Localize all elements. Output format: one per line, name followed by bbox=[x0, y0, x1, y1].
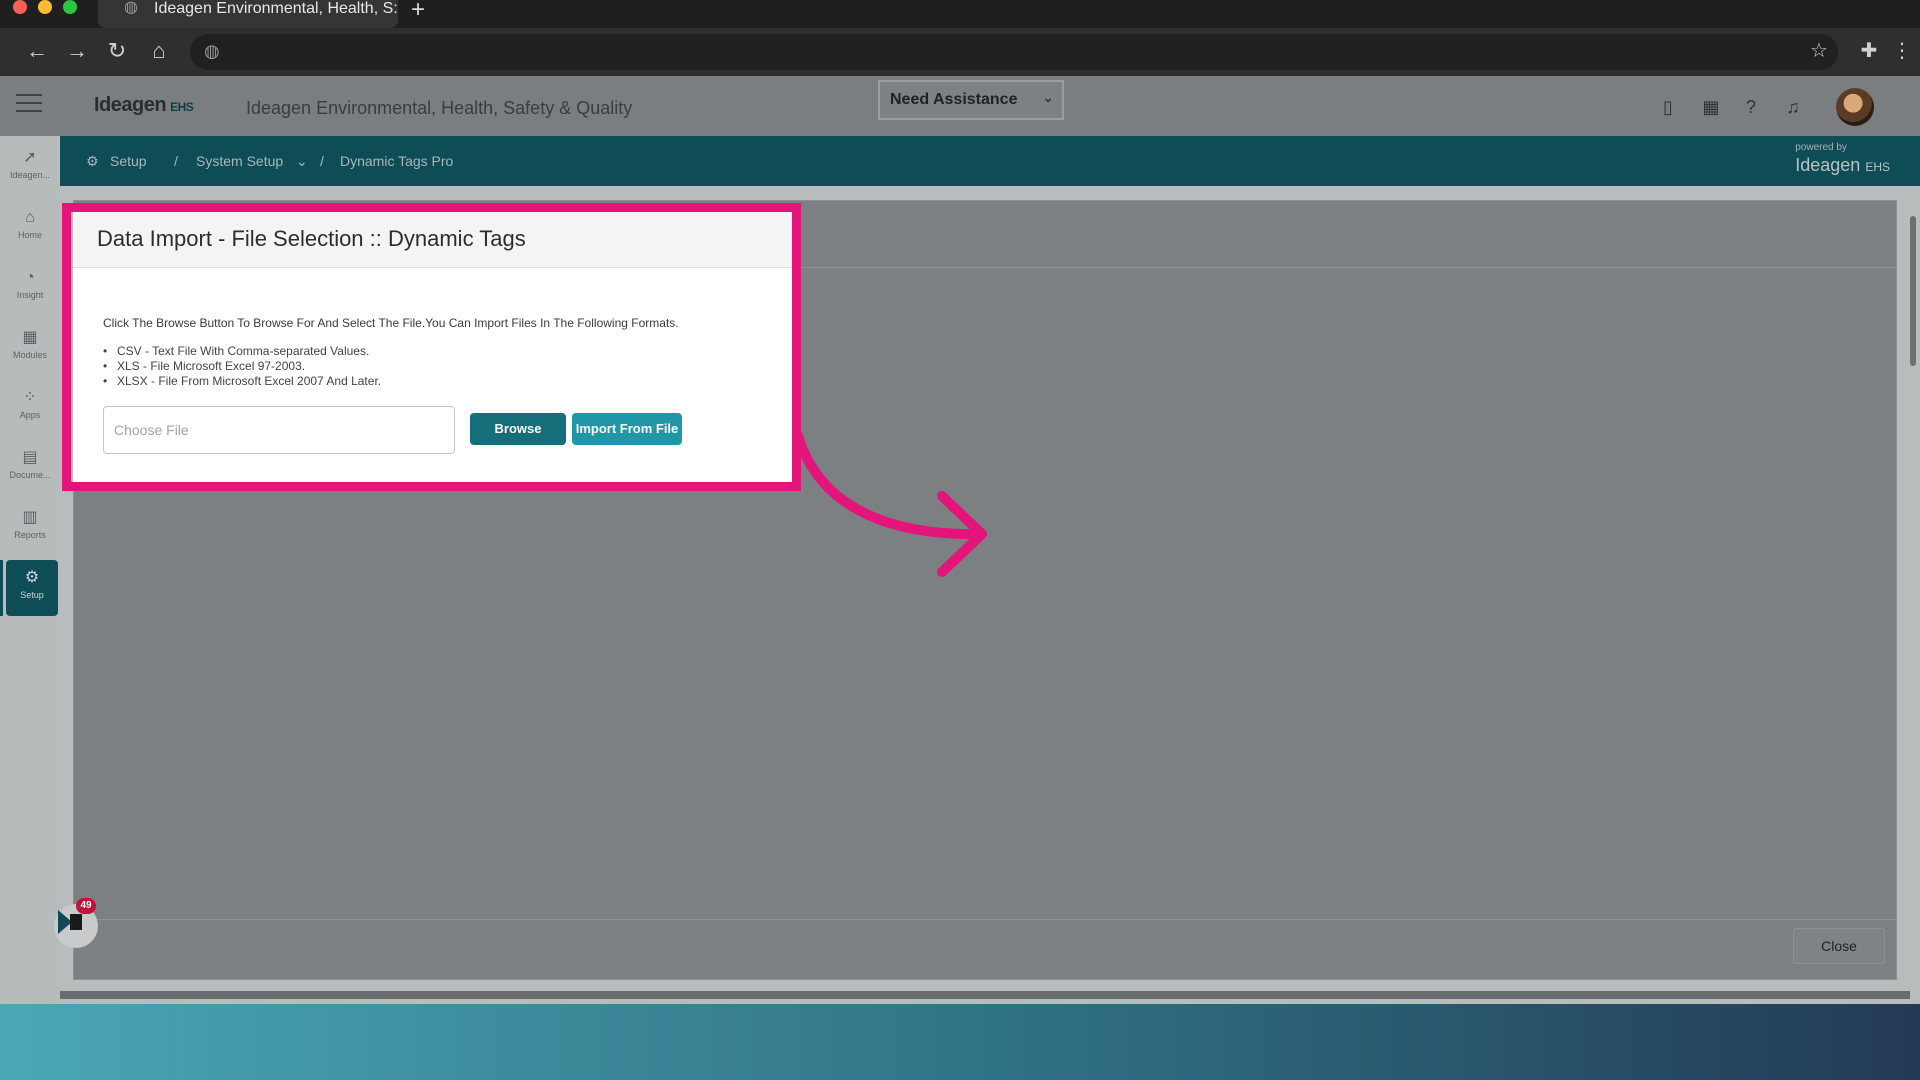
document-icon: ▤ bbox=[22, 449, 38, 466]
sidebar: ➚ Ideagen... ⌂ Home ◔ Insight ▦ Modules … bbox=[0, 136, 60, 1004]
close-button[interactable]: Close bbox=[1793, 928, 1885, 964]
sidebar-item-ideagen[interactable]: ➚ Ideagen... bbox=[2, 140, 58, 196]
browser-tab[interactable]: ◍ Ideagen Environmental, Health, S: bbox=[98, 0, 398, 28]
sidebar-item-label: Ideagen... bbox=[9, 170, 51, 180]
horizontal-scrollbar[interactable] bbox=[60, 991, 1910, 999]
home-icon[interactable]: ⌂ bbox=[144, 36, 174, 66]
sidebar-item-insight[interactable]: ◔ Insight bbox=[2, 260, 58, 316]
insight-icon: ◔ bbox=[25, 269, 35, 286]
breadcrumb-separator: / bbox=[320, 153, 324, 169]
list-item: CSV - Text File With Comma-separated Val… bbox=[103, 344, 381, 359]
address-bar[interactable]: ◍ bbox=[190, 34, 1838, 70]
sidebar-item-label: Apps bbox=[19, 410, 41, 420]
window-close-button[interactable] bbox=[13, 0, 27, 14]
vertical-scrollbar[interactable] bbox=[1910, 216, 1916, 366]
plus-icon[interactable]: + bbox=[404, 0, 432, 24]
need-assistance-label: Need Assistance bbox=[890, 91, 1018, 108]
sidebar-item-reports[interactable]: ▥ Reports bbox=[2, 500, 58, 556]
back-arrow-icon[interactable]: ← bbox=[22, 36, 52, 66]
powered-by-text: powered by bbox=[1795, 142, 1847, 153]
hamburger-menu-icon[interactable] bbox=[16, 94, 42, 116]
chevron-down-icon[interactable]: ⌄ bbox=[296, 153, 308, 170]
sidebar-item-apps[interactable]: ⁘ Apps bbox=[2, 380, 58, 436]
ideagen-icon: ➚ bbox=[23, 149, 37, 166]
home-icon: ⌂ bbox=[25, 209, 35, 226]
modal-header: Data Import - File Selection :: Dynamic … bbox=[73, 210, 793, 268]
bookmark-star-icon[interactable]: ☆ bbox=[1805, 36, 1833, 66]
import-instructions: Click The Browse Button To Browse For An… bbox=[103, 316, 679, 330]
logo-suffix: EHS bbox=[170, 100, 194, 114]
reload-icon[interactable]: ↻ bbox=[102, 36, 132, 66]
globe-icon: ◍ bbox=[124, 0, 138, 16]
list-item: XLS - File Microsoft Excel 97-2003. bbox=[103, 359, 381, 374]
gear-icon: ⚙ bbox=[24, 569, 40, 586]
sidebar-item-label: Docume... bbox=[9, 470, 51, 480]
app-title: Ideagen Environmental, Health, Safety & … bbox=[246, 98, 633, 118]
browser-tab-title: Ideagen Environmental, Health, S: bbox=[154, 0, 398, 17]
chat-logo-icon bbox=[70, 914, 82, 930]
breadcrumb-setup[interactable]: Setup bbox=[110, 153, 147, 169]
sidebar-item-setup[interactable]: ⚙ Setup bbox=[0, 560, 58, 616]
window-minimize-button[interactable] bbox=[38, 0, 52, 14]
breadcrumb-separator: / bbox=[174, 153, 178, 169]
chat-widget[interactable]: 49 bbox=[54, 898, 98, 948]
sidebar-item-label: Modules bbox=[12, 350, 48, 360]
powered-by-logo: powered by Ideagen EHS bbox=[1795, 142, 1890, 176]
sidebar-item-label: Setup bbox=[20, 590, 44, 600]
browse-button[interactable]: Browse bbox=[470, 413, 566, 445]
browser-menu-icon[interactable]: ⋮ bbox=[1888, 36, 1916, 66]
format-list: CSV - Text File With Comma-separated Val… bbox=[103, 344, 381, 389]
browser-toolbar: ← → ↻ ⌂ ◍ ☆ ✚ ⋮ bbox=[0, 28, 1920, 76]
window-maximize-button[interactable] bbox=[63, 0, 77, 14]
calendar-icon[interactable]: ▦ bbox=[1698, 94, 1724, 120]
app-header: Ideagen EHS Ideagen Environmental, Health… bbox=[0, 76, 1920, 136]
breadcrumb-dynamic-tags-pro: Dynamic Tags Pro bbox=[340, 153, 454, 169]
notification-badge: 49 bbox=[76, 898, 96, 914]
annotation-arrow-icon bbox=[793, 431, 987, 577]
sidebar-item-label: Reports bbox=[14, 530, 46, 540]
divider bbox=[74, 919, 1896, 920]
powered-logo-text: Ideagen bbox=[1795, 155, 1861, 175]
reports-icon: ▥ bbox=[22, 509, 38, 526]
logo-text: Ideagen bbox=[94, 94, 167, 116]
need-assistance-dropdown[interactable]: Need Assistance ⌄ bbox=[878, 80, 1064, 120]
sidebar-item-label: Insight bbox=[16, 290, 44, 300]
breadcrumb: ⚙ Setup / System Setup ⌄ / Dynamic Tags … bbox=[60, 136, 1920, 186]
mobile-icon[interactable]: ▯ bbox=[1655, 94, 1681, 120]
sidebar-item-label: Home bbox=[17, 230, 42, 240]
powered-logo-suffix: EHS bbox=[1865, 160, 1890, 174]
choose-file-input[interactable]: Choose File bbox=[103, 406, 455, 454]
list-item: XLSX - File From Microsoft Excel 2007 An… bbox=[103, 374, 381, 389]
import-from-file-button[interactable]: Import From File bbox=[572, 413, 682, 445]
sidebar-item-home[interactable]: ⌂ Home bbox=[2, 200, 58, 256]
avatar[interactable] bbox=[1836, 88, 1874, 126]
ideagen-logo: Ideagen EHS bbox=[94, 94, 194, 117]
chevron-down-icon: ⌄ bbox=[1042, 89, 1054, 105]
gear-icon: ⚙ bbox=[86, 153, 99, 169]
apps-icon: ⁘ bbox=[23, 389, 37, 406]
data-import-modal: Data Import - File Selection :: Dynamic … bbox=[73, 210, 793, 482]
modules-icon: ▦ bbox=[22, 329, 38, 346]
help-icon[interactable]: ? bbox=[1738, 94, 1764, 120]
sidebar-item-modules[interactable]: ▦ Modules bbox=[2, 320, 58, 376]
desktop-background bbox=[0, 1004, 1920, 1080]
modal-title: Data Import - File Selection :: Dynamic … bbox=[97, 226, 526, 251]
bell-icon[interactable]: ♫ bbox=[1780, 94, 1806, 120]
globe-icon: ◍ bbox=[204, 41, 220, 61]
sidebar-item-documents[interactable]: ▤ Docume... bbox=[2, 440, 58, 496]
breadcrumb-system-setup[interactable]: System Setup bbox=[196, 153, 283, 169]
browser-tab-bar: ◍ Ideagen Environmental, Health, S: + bbox=[0, 0, 1920, 28]
extensions-icon[interactable]: ✚ bbox=[1855, 36, 1883, 66]
forward-arrow-icon[interactable]: → bbox=[62, 36, 92, 66]
